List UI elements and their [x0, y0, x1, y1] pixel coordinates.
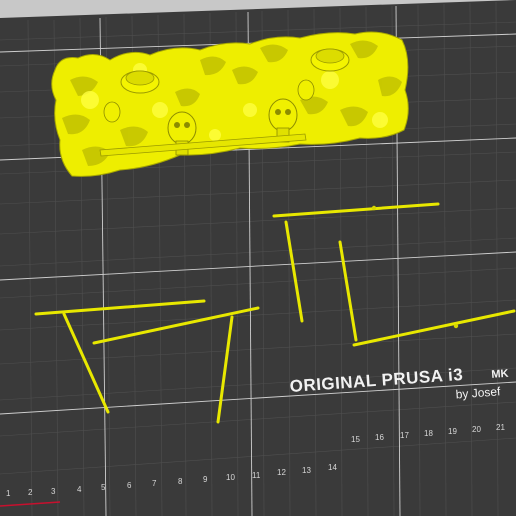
x-tick-3: 3 [51, 487, 56, 496]
x-tick-10: 10 [226, 473, 235, 482]
x-tick-8: 8 [178, 477, 183, 486]
x-tick-14: 14 [328, 463, 337, 472]
x-tick-21: 21 [496, 423, 505, 432]
x-tick-12: 12 [277, 468, 286, 477]
x-tick-2: 2 [28, 488, 33, 497]
x-tick-5: 5 [101, 483, 106, 492]
figure-small-right [297, 79, 315, 101]
figure-small-left [103, 101, 121, 123]
x-tick-11: 11 [252, 471, 261, 480]
print-bed-scene[interactable]: 1 2 3 4 5 6 7 8 9 10 11 12 13 14 15 16 1… [0, 0, 516, 516]
pedestal-left [120, 70, 160, 94]
x-tick-16: 16 [375, 433, 384, 442]
brand-suffix: MK [491, 368, 509, 381]
x-tick-13: 13 [302, 466, 311, 475]
x-tick-18: 18 [424, 429, 433, 438]
pedestal-right [310, 48, 350, 72]
x-tick-20: 20 [472, 425, 481, 434]
x-tick-4: 4 [77, 485, 82, 494]
3d-viewport[interactable]: 1 2 3 4 5 6 7 8 9 10 11 12 13 14 15 16 1… [0, 0, 516, 516]
x-tick-1: 1 [6, 489, 11, 498]
x-tick-19: 19 [448, 427, 457, 436]
x-tick-17: 17 [400, 431, 409, 440]
x-tick-6: 6 [127, 481, 132, 490]
x-tick-15: 15 [351, 435, 360, 444]
x-tick-9: 9 [203, 475, 208, 484]
x-tick-7: 7 [152, 479, 157, 488]
